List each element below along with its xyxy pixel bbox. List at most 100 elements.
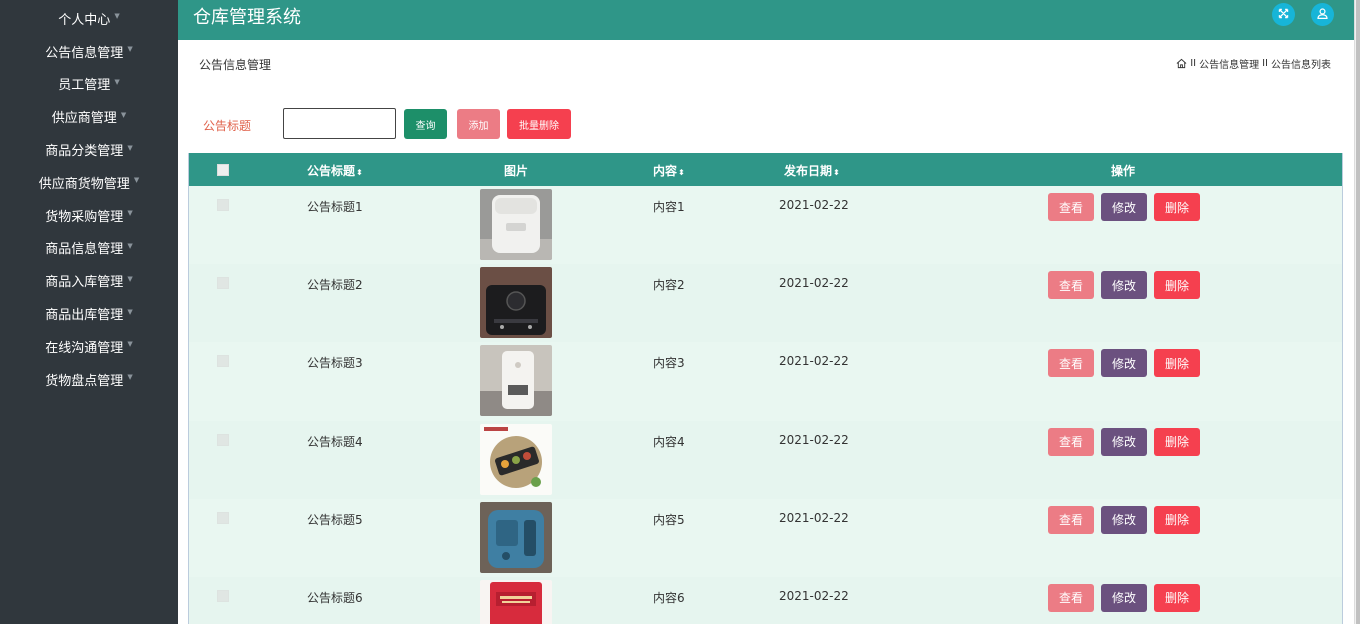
view-button[interactable]: 查看 — [1048, 271, 1094, 300]
caret-down-icon: ▼ — [127, 241, 133, 250]
row-checkbox[interactable] — [217, 277, 229, 290]
table-row: 公告标题3 内容3 2021-02-22 查看 修改 删除 — [189, 342, 1342, 421]
sidebar-item-chat[interactable]: 在线沟通管理 ▼ — [0, 330, 178, 363]
home-icon[interactable] — [1176, 58, 1187, 69]
product-image-almond-roca[interactable] — [480, 579, 552, 624]
sidebar-item-label: 供应商货物管理 — [38, 176, 130, 192]
table-row: 公告标题2 内容2 2021-02-22 查看 修改 删除 — [189, 264, 1342, 343]
sidebar-item-label: 供应商管理 — [51, 111, 117, 127]
delete-button[interactable]: 删除 — [1154, 427, 1200, 456]
caret-down-icon: ▼ — [127, 143, 133, 152]
row-date: 2021-02-22 — [779, 198, 849, 212]
sidebar-item-stock-in[interactable]: 商品入库管理 ▼ — [0, 264, 178, 297]
caret-down-icon: ▼ — [127, 209, 133, 218]
sidebar-item-inventory-check[interactable]: 货物盘点管理 ▼ — [0, 363, 178, 396]
fullscreen-button[interactable] — [1272, 3, 1295, 26]
search-title-label: 公告标题 — [203, 119, 252, 133]
column-header-title[interactable]: 公告标题⬍ — [307, 162, 363, 179]
column-header-date[interactable]: 发布日期⬍ — [784, 162, 840, 179]
row-checkbox[interactable] — [217, 433, 229, 446]
edit-button[interactable]: 修改 — [1101, 271, 1147, 300]
view-button[interactable]: 查看 — [1048, 583, 1094, 612]
edit-button[interactable]: 修改 — [1101, 193, 1147, 221]
row-date: 2021-02-22 — [779, 354, 849, 369]
view-button[interactable]: 查看 — [1048, 427, 1094, 456]
row-checkbox[interactable] — [217, 199, 229, 211]
sidebar-item-label: 商品入库管理 — [45, 275, 124, 291]
sidebar-item-label: 货物采购管理 — [45, 209, 124, 225]
column-header-content[interactable]: 内容⬍ — [653, 162, 685, 179]
delete-button[interactable]: 删除 — [1154, 193, 1200, 221]
row-title: 公告标题2 — [307, 278, 363, 293]
delete-button[interactable]: 删除 — [1154, 271, 1200, 300]
view-button[interactable]: 查看 — [1048, 193, 1094, 221]
delete-button[interactable]: 删除 — [1154, 349, 1200, 378]
product-image-cooker-panel[interactable] — [480, 267, 552, 339]
edit-button[interactable]: 修改 — [1101, 349, 1147, 378]
view-button[interactable]: 查看 — [1048, 505, 1094, 534]
sidebar-item-categories[interactable]: 商品分类管理 ▼ — [0, 133, 178, 166]
column-header-image: 图片 — [504, 162, 528, 179]
sidebar-item-employees[interactable]: 员工管理 ▼ — [0, 68, 178, 101]
view-button[interactable]: 查看 — [1048, 349, 1094, 378]
row-date: 2021-02-22 — [779, 276, 849, 291]
sidebar-item-personal-center[interactable]: 个人中心 ▼ — [0, 2, 178, 35]
caret-down-icon: ▼ — [127, 307, 133, 316]
sidebar-item-purchasing[interactable]: 货物采购管理 ▼ — [0, 199, 178, 232]
caret-down-icon: ▼ — [127, 373, 133, 382]
edit-button[interactable]: 修改 — [1101, 583, 1147, 612]
column-header-label: 内容 — [653, 164, 678, 178]
breadcrumb-item[interactable]: 公告信息管理 — [1199, 56, 1259, 71]
delete-button[interactable]: 删除 — [1154, 583, 1200, 612]
top-header: 仓库管理系统 — [178, 0, 1354, 40]
search-title-input[interactable] — [283, 108, 396, 139]
column-header-label: 发布日期 — [784, 164, 833, 178]
sidebar: 个人中心 ▼ 公告信息管理 ▼ 员工管理 ▼ 供应商管理 ▼ 商品分类管理 ▼ 供应商货物… — [0, 0, 178, 624]
table-row: 公告标题6 内容6 2021-02-22 查看 修改 删除 — [189, 576, 1342, 624]
table-row: 公告标题1 内容1 2021-02-22 查看 修改 删除 — [189, 186, 1342, 265]
sidebar-item-label: 货物盘点管理 — [45, 373, 124, 389]
row-checkbox[interactable] — [217, 511, 229, 524]
column-header-label: 图片 — [504, 164, 529, 178]
row-title: 公告标题6 — [307, 590, 363, 605]
add-button[interactable]: 添加 — [457, 109, 500, 139]
product-image-air-fryer[interactable] — [480, 501, 552, 573]
row-checkbox[interactable] — [217, 355, 229, 368]
row-content: 内容5 — [653, 512, 685, 527]
breadcrumb: II 公告信息管理 II 公告信息列表 — [1176, 56, 1331, 71]
edit-button[interactable]: 修改 — [1101, 505, 1147, 534]
row-date: 2021-02-22 — [779, 432, 849, 447]
table-header: 公告标题⬍ 图片 内容⬍ 发布日期⬍ 操作 — [189, 153, 1342, 186]
sidebar-item-stock-out[interactable]: 商品出库管理 ▼ — [0, 297, 178, 330]
table-row: 公告标题5 内容5 2021-02-22 查看 修改 删除 — [189, 498, 1342, 577]
product-image-white-appliance[interactable] — [480, 345, 552, 417]
sidebar-item-label: 公告信息管理 — [45, 45, 124, 61]
row-date: 2021-02-22 — [779, 588, 849, 603]
scrollbar-thumb[interactable] — [1356, 0, 1360, 624]
select-all-checkbox[interactable] — [217, 164, 229, 176]
product-image-rice-cooker[interactable] — [480, 189, 552, 260]
caret-down-icon: ▼ — [127, 340, 133, 349]
query-button[interactable]: 查询 — [404, 109, 447, 139]
page-scrollbar[interactable] — [1354, 0, 1360, 624]
delete-button[interactable]: 删除 — [1154, 505, 1200, 534]
fullscreen-icon — [1277, 5, 1290, 24]
row-checkbox[interactable] — [217, 589, 229, 602]
batch-delete-button[interactable]: 批量删除 — [507, 109, 571, 139]
table-row: 公告标题4 内容4 2021-02-22 查看 修改 删除 — [189, 420, 1342, 499]
user-button[interactable] — [1311, 3, 1334, 26]
page-title: 公告信息管理 — [199, 58, 272, 72]
row-date: 2021-02-22 — [779, 510, 849, 525]
sidebar-item-announcements[interactable]: 公告信息管理 ▼ — [0, 35, 178, 68]
sidebar-item-label: 员工管理 — [58, 78, 111, 94]
sidebar-item-products[interactable]: 商品信息管理 ▼ — [0, 232, 178, 265]
sidebar-item-supplier-goods[interactable]: 供应商货物管理 ▼ — [0, 166, 178, 199]
edit-button[interactable]: 修改 — [1101, 427, 1147, 456]
row-content: 内容2 — [653, 278, 685, 293]
row-content: 内容3 — [653, 356, 685, 371]
sidebar-item-suppliers[interactable]: 供应商管理 ▼ — [0, 100, 178, 133]
app-title: 仓库管理系统 — [193, 7, 301, 28]
caret-down-icon: ▼ — [114, 12, 120, 21]
sidebar-item-label: 在线沟通管理 — [45, 340, 124, 356]
product-image-mooncake[interactable] — [480, 423, 552, 495]
